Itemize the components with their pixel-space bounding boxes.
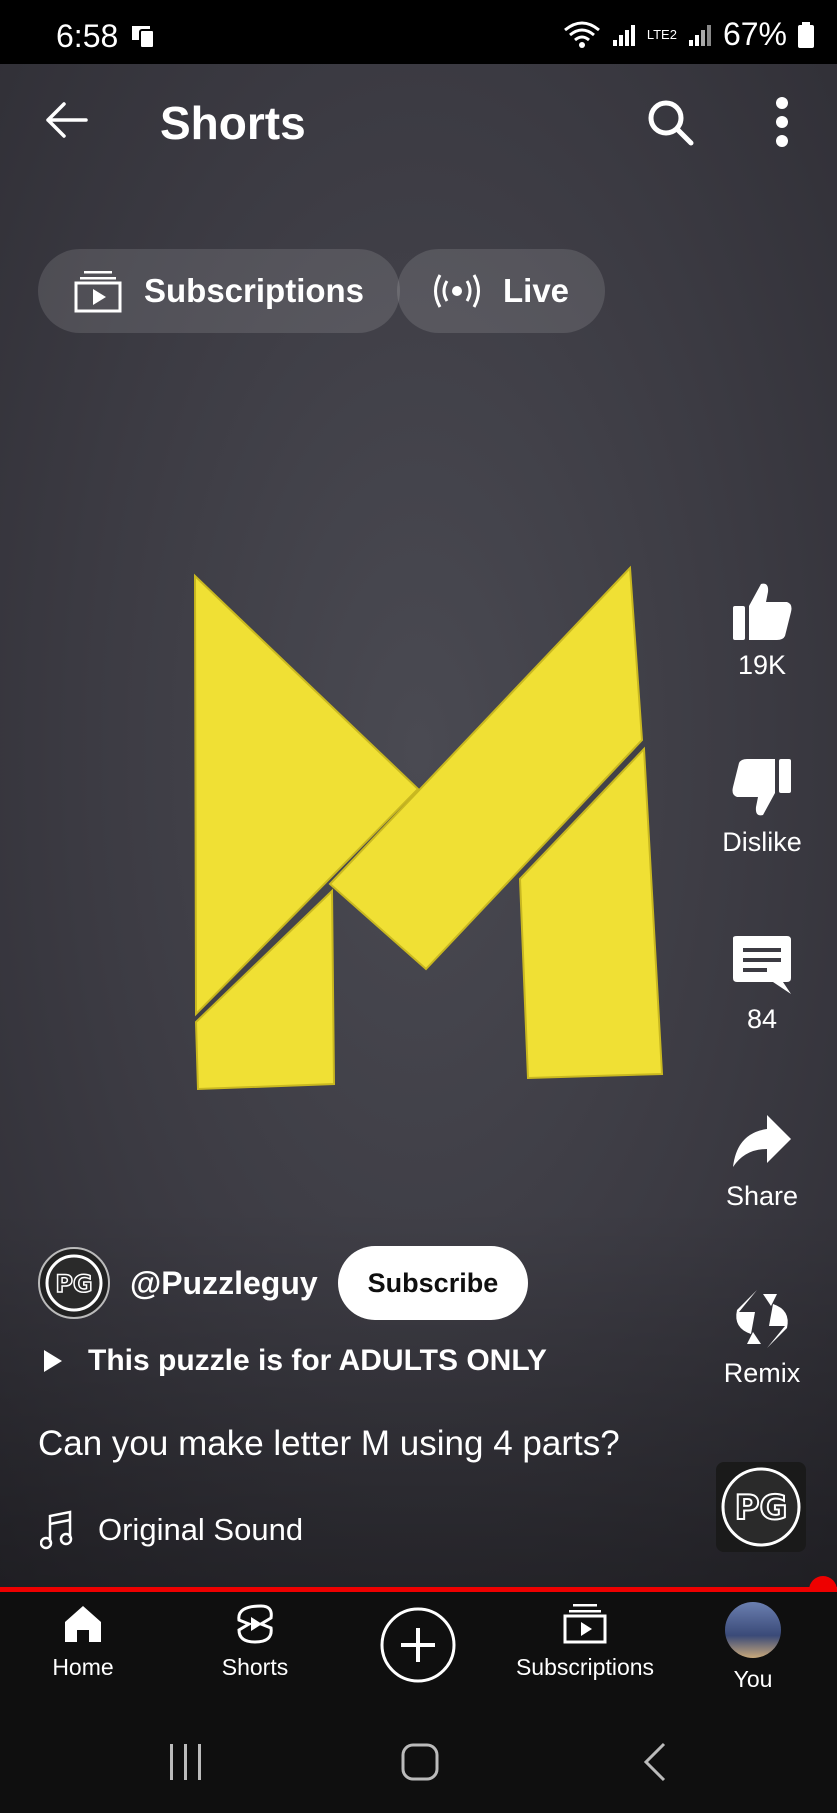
comment-count: 84 bbox=[746, 1004, 778, 1034]
page-title: Shorts bbox=[160, 97, 306, 149]
shorts-icon bbox=[237, 1604, 273, 1644]
subscribe-button[interactable]: Subscribe bbox=[337, 1246, 529, 1320]
dislike-button[interactable]: Dislike bbox=[662, 757, 837, 858]
signal-icon bbox=[612, 24, 635, 46]
channel-avatar[interactable]: PG bbox=[38, 1247, 110, 1319]
status-time: 6:58 bbox=[56, 18, 119, 54]
live-icon bbox=[434, 274, 480, 308]
wifi-icon bbox=[563, 21, 600, 48]
nav-home-label: Home bbox=[52, 1654, 114, 1680]
sound-link[interactable]: Original Sound bbox=[40, 1510, 303, 1550]
thumbs-down-icon bbox=[732, 759, 791, 816]
playlist-link[interactable]: This puzzle is for ADULTS ONLY bbox=[42, 1344, 547, 1378]
play-icon bbox=[44, 1350, 62, 1372]
channel-handle[interactable]: @Puzzleguy bbox=[130, 1265, 318, 1302]
channel-logo-icon: PG bbox=[45, 1254, 103, 1312]
live-chip-label: Live bbox=[503, 272, 570, 309]
comment-icon bbox=[733, 936, 791, 994]
remix-icon bbox=[736, 1290, 788, 1348]
system-navigation-bar bbox=[0, 1718, 837, 1813]
recent-apps-icon[interactable] bbox=[166, 1742, 206, 1782]
channel-logo-icon-small: PG bbox=[721, 1467, 801, 1547]
sound-thumb-logo-text: PG bbox=[735, 1488, 788, 1528]
playlist-label: This puzzle is for ADULTS ONLY bbox=[88, 1344, 547, 1377]
channel-logo-text: PG bbox=[55, 1270, 92, 1298]
comments-button[interactable]: 84 bbox=[662, 934, 837, 1035]
profile-avatar bbox=[725, 1602, 781, 1658]
nav-subscriptions-label: Subscriptions bbox=[515, 1654, 655, 1680]
nav-shorts[interactable]: Shorts bbox=[210, 1602, 300, 1681]
share-icon bbox=[733, 1115, 791, 1167]
share-button[interactable]: Share bbox=[662, 1111, 837, 1212]
device-icon bbox=[132, 26, 155, 49]
nav-shorts-label: Shorts bbox=[221, 1654, 289, 1680]
live-chip[interactable]: Live bbox=[397, 249, 606, 333]
home-icon bbox=[65, 1606, 101, 1642]
share-label: Share bbox=[725, 1181, 799, 1211]
remix-label: Remix bbox=[723, 1358, 801, 1388]
video-caption[interactable]: Can you make letter M using 4 parts? bbox=[38, 1424, 620, 1464]
back-button[interactable] bbox=[36, 92, 96, 148]
nav-subscriptions[interactable]: Subscriptions bbox=[510, 1602, 660, 1681]
subscriptions-icon bbox=[74, 271, 122, 313]
sound-thumbnail[interactable]: PG bbox=[716, 1462, 806, 1552]
nav-you-label: You bbox=[733, 1666, 773, 1692]
nav-create[interactable] bbox=[378, 1606, 458, 1684]
music-note-icon bbox=[40, 1510, 73, 1550]
home-nav-icon[interactable] bbox=[400, 1742, 440, 1782]
create-plus-icon bbox=[380, 1607, 456, 1683]
thumbs-up-icon bbox=[733, 583, 792, 640]
like-count: 19K bbox=[737, 650, 787, 680]
sound-label: Original Sound bbox=[98, 1512, 304, 1547]
subscriptions-chip[interactable]: Subscriptions bbox=[38, 249, 401, 333]
like-button[interactable]: 19K bbox=[662, 580, 837, 681]
back-arrow-icon bbox=[46, 102, 88, 138]
bottom-navigation: Home Shorts Subscriptions You bbox=[0, 1592, 837, 1718]
subscriptions-chip-label: Subscriptions bbox=[144, 272, 365, 309]
back-nav-icon[interactable] bbox=[636, 1742, 676, 1782]
nav-you[interactable]: You bbox=[720, 1602, 786, 1693]
nav-home[interactable]: Home bbox=[48, 1602, 118, 1681]
dislike-label: Dislike bbox=[722, 827, 802, 857]
subscriptions-icon bbox=[563, 1604, 607, 1644]
channel-row: PG @Puzzleguy Subscribe bbox=[38, 1246, 529, 1320]
remix-button[interactable]: Remix bbox=[662, 1288, 837, 1389]
